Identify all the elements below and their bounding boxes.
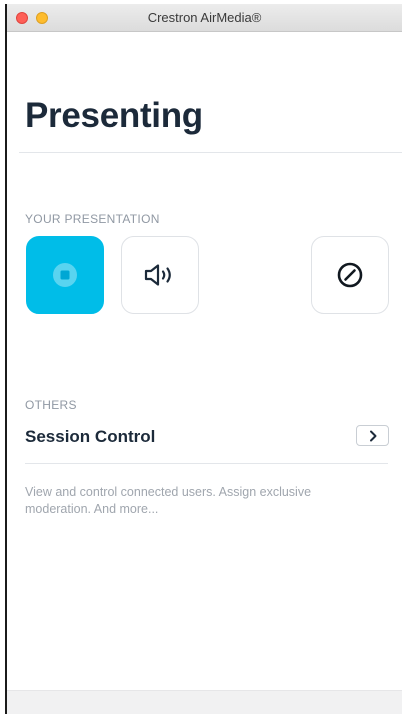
others-label: OTHERS	[25, 398, 77, 412]
session-control-divider	[25, 463, 388, 464]
chevron-right-icon	[369, 430, 376, 441]
page-title: Presenting	[25, 96, 203, 135]
window-footer	[7, 690, 402, 714]
session-control-title: Session Control	[25, 427, 156, 446]
your-presentation-label: YOUR PRESENTATION	[25, 212, 160, 226]
title-bar: Crestron AirMedia®	[7, 4, 402, 32]
speaker-icon	[144, 264, 171, 286]
header-divider	[19, 152, 402, 153]
disconnect-button[interactable]	[311, 236, 389, 314]
session-control-open-button[interactable]	[356, 425, 389, 446]
window-title: Crestron AirMedia®	[147, 10, 262, 25]
audio-button[interactable]	[121, 236, 199, 314]
stop-icon	[53, 263, 77, 287]
prohibited-icon	[337, 262, 363, 288]
stop-presenting-button[interactable]	[26, 236, 104, 314]
session-control-description: View and control connected users. Assign…	[25, 485, 312, 516]
app-window: Crestron AirMedia® Presenting YOUR PRESE…	[5, 4, 402, 714]
